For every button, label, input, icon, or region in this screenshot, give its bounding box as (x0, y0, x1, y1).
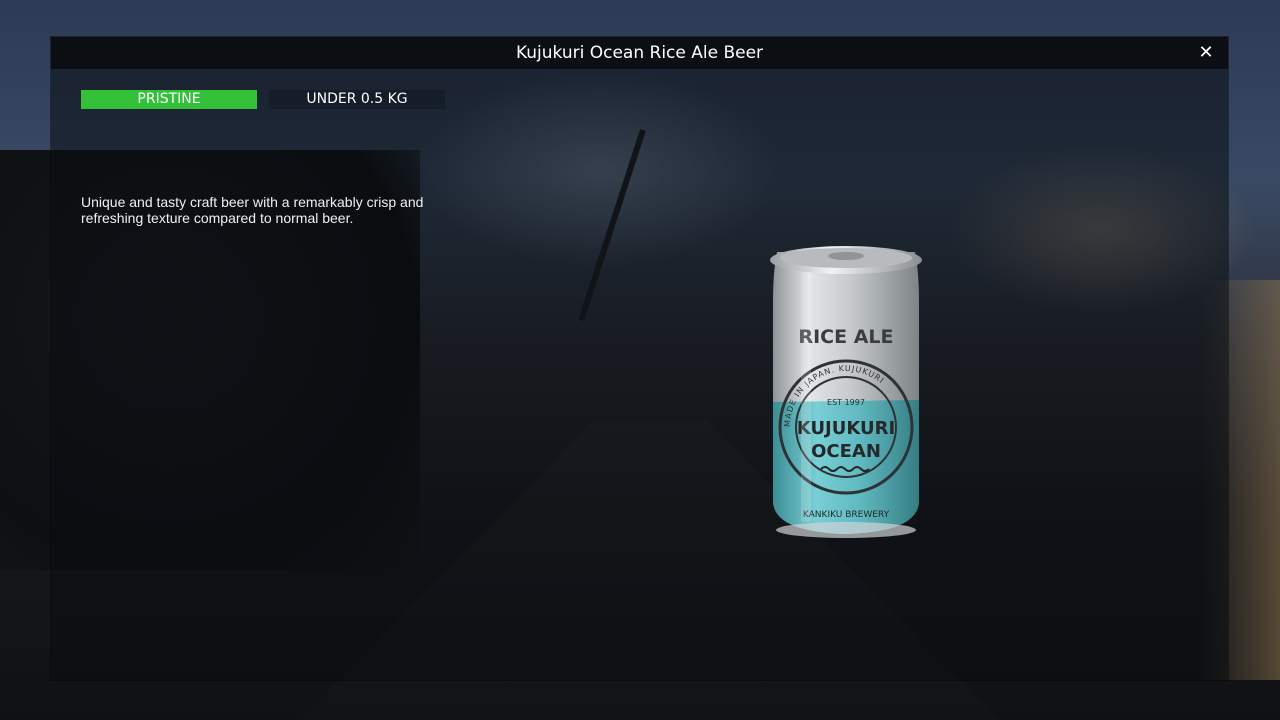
beer-can-image: RICE ALE MADE IN JAPAN. KUJUKURI EST 199… (770, 246, 922, 538)
item-title: Kujukuri Ocean Rice Ale Beer (515, 43, 764, 63)
item-description: Unique and tasty craft beer with a remar… (81, 194, 424, 226)
weight-tag: UNDER 0.5 KG (269, 90, 445, 109)
item-inspect-panel: Kujukuri Ocean Rice Ale Beer ✕ PRISTINE … (51, 37, 1228, 680)
title-bar: Kujukuri Ocean Rice Ale Beer ✕ (51, 37, 1228, 69)
can-est-text: EST 1997 (827, 398, 865, 407)
can-rice-ale-text: RICE ALE (798, 326, 893, 348)
condition-tag: PRISTINE (81, 90, 257, 109)
can-tab (828, 252, 864, 260)
close-icon[interactable]: ✕ (1196, 43, 1216, 63)
can-brand-line2: OCEAN (811, 441, 881, 462)
can-brand-line1: KUJUKURI (797, 418, 895, 439)
can-brewery-text: KANKIKU BREWERY (803, 510, 890, 520)
